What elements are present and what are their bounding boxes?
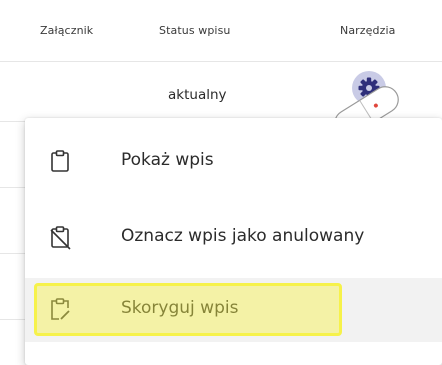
menu-item-label: Pokaż wpis: [121, 150, 214, 170]
highlight-box: [34, 283, 342, 336]
menu-item-show-entry[interactable]: Pokaż wpis: [25, 130, 442, 194]
column-header-tools: Narzędzia: [340, 24, 396, 37]
actions-menu: Pokaż wpis Oznacz wpis jako anulowany Sk…: [25, 118, 442, 365]
table-header: Załącznik Status wpisu Narzędzia: [0, 0, 442, 62]
clipboard-cancel-icon: [50, 226, 71, 250]
clipboard-icon: [51, 150, 69, 172]
menu-item-mark-cancelled[interactable]: Oznacz wpis jako anulowany: [25, 206, 442, 270]
menu-item-label: Oznacz wpis jako anulowany: [121, 226, 365, 246]
column-header-status: Status wpisu: [159, 24, 231, 37]
column-header-attachment: Załącznik: [40, 24, 94, 37]
entry-status: aktualny: [168, 87, 227, 103]
